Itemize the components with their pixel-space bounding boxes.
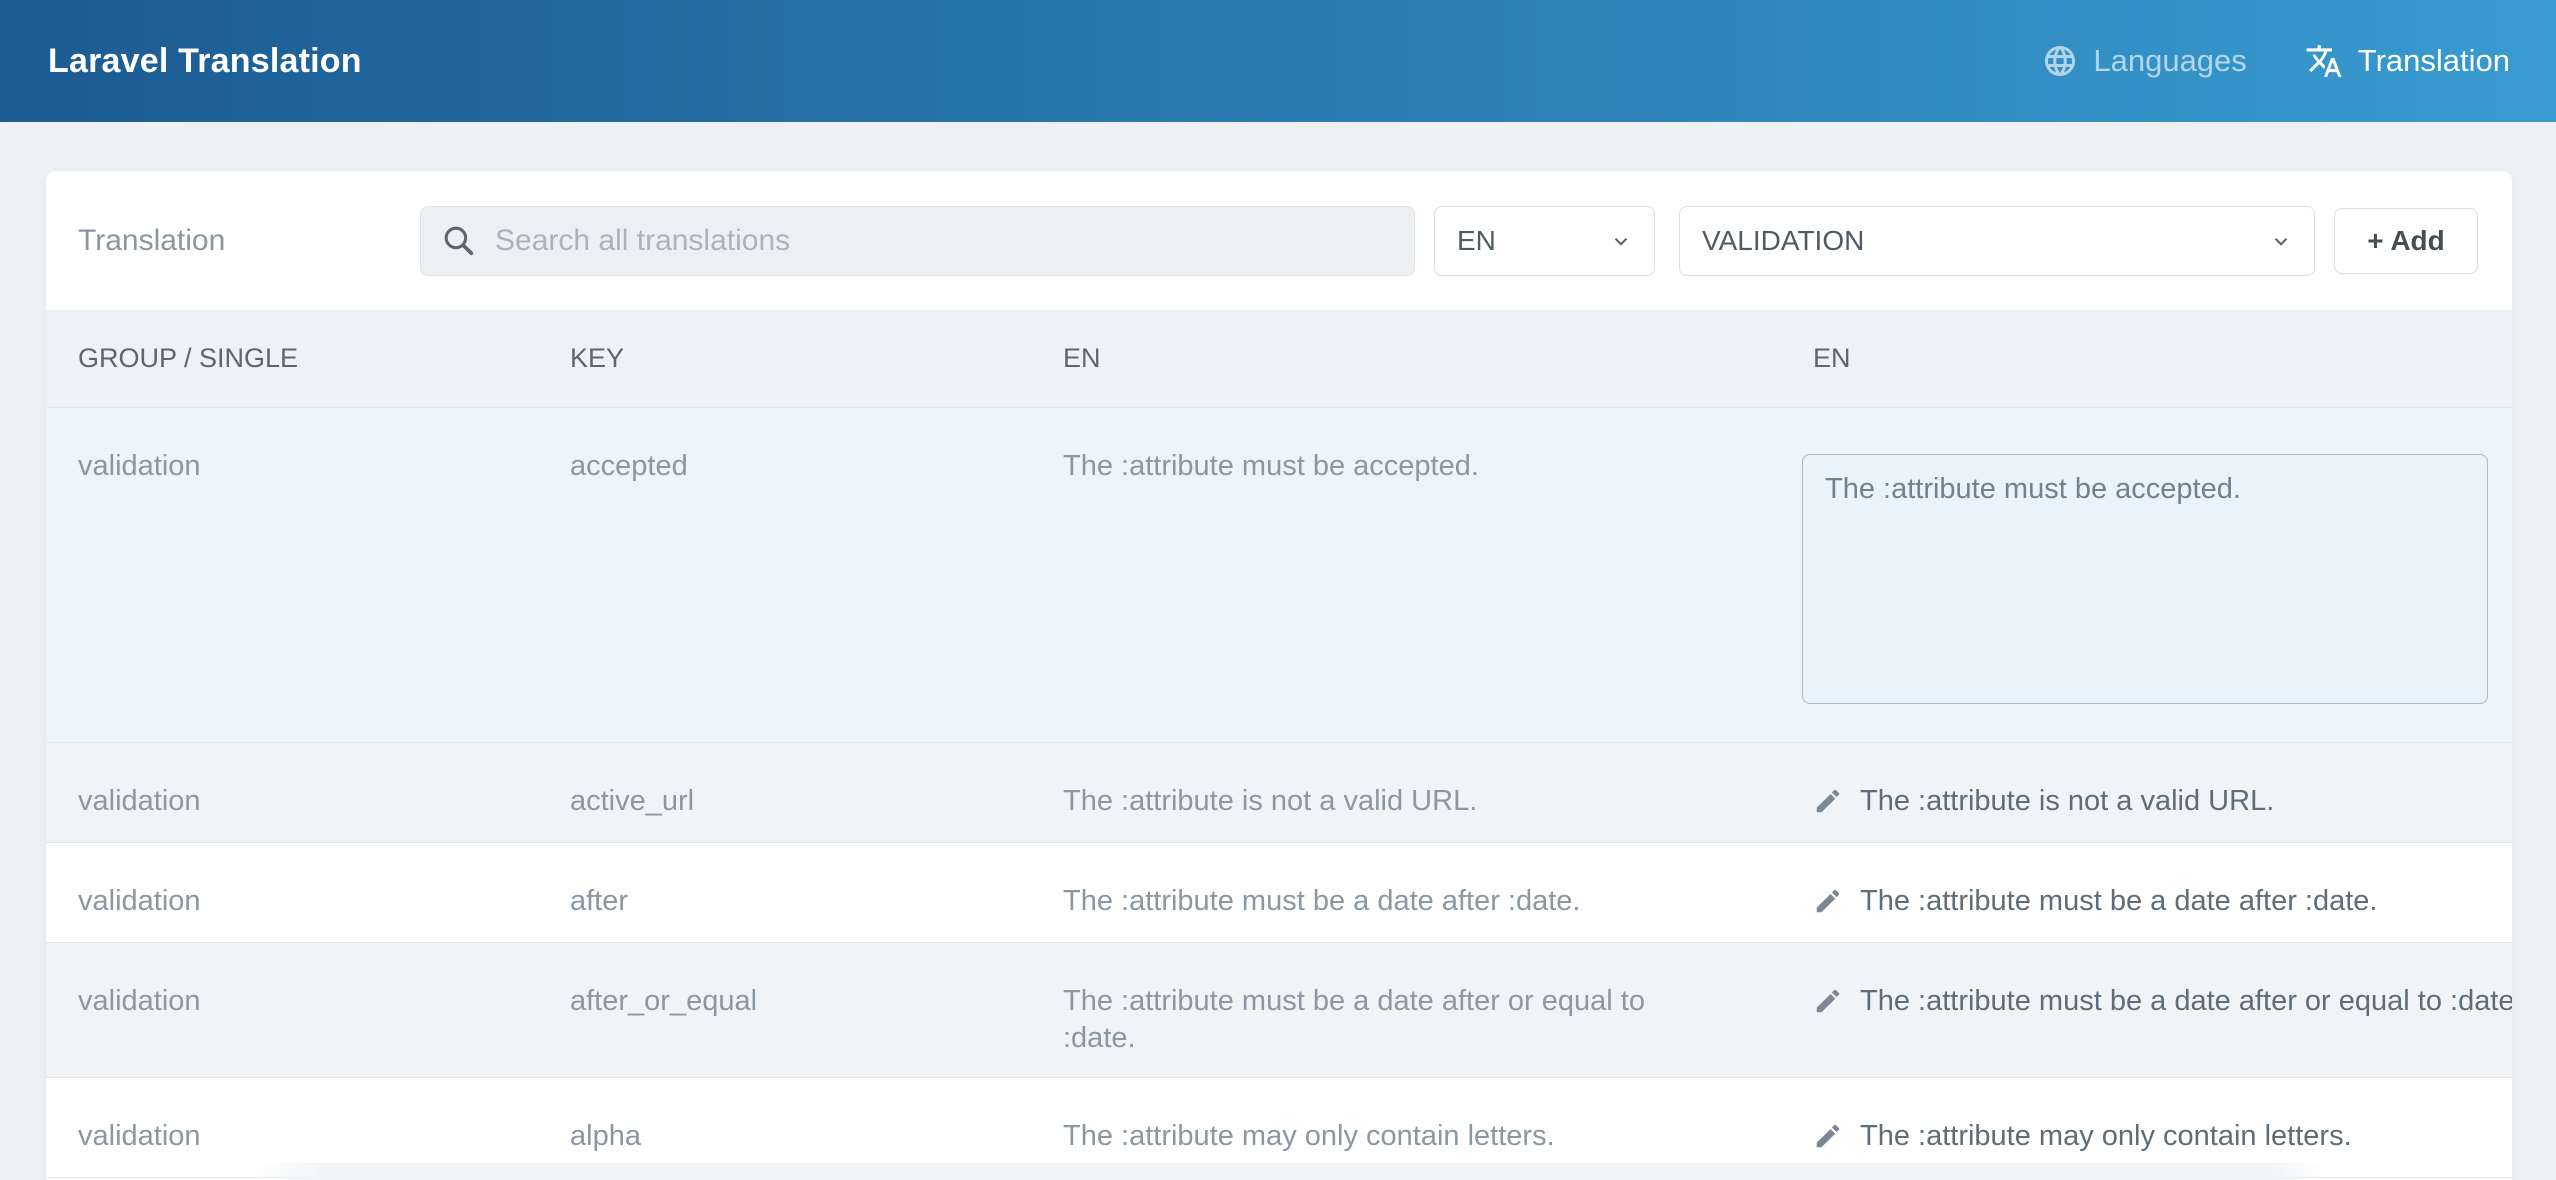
cell-group: validation [46,1077,538,1177]
cell-source-text: The :attribute must be a date after :dat… [1031,842,1781,942]
table-body: validation accepted The :attribute must … [46,407,2512,1177]
cell-source-text: The :attribute is not a valid URL. [1031,742,1781,842]
locale-select[interactable]: EN [1434,206,1655,276]
translation-text: The :attribute must be a date after :dat… [1860,883,2377,920]
cell-key: active_url [538,742,1031,842]
edit-pencil-icon [1813,1121,1843,1151]
cell-key: accepted [538,407,1031,742]
translation-display[interactable]: The :attribute must be a date after or e… [1813,983,2512,1020]
cell-group: validation [46,942,538,1077]
table-row: validation alpha The :attribute may only… [46,1077,2512,1177]
translation-display[interactable]: The :attribute may only contain letters. [1813,1118,2512,1155]
header-nav: Languages Translation [2042,42,2510,80]
translation-text: The :attribute is not a valid URL. [1860,783,2274,820]
translate-icon [2305,42,2343,80]
column-header-key: KEY [538,310,1031,407]
cell-group: validation [46,842,538,942]
table-row: validation after The :attribute must be … [46,842,2512,942]
translation-display[interactable]: The :attribute must be a date after :dat… [1813,883,2512,920]
table-header-row: GROUP / SINGLE KEY EN EN [46,310,2512,407]
search-box [420,206,1415,276]
app-header: Laravel Translation Languages Translatio… [0,0,2556,122]
table-row: validation accepted The :attribute must … [46,407,2512,742]
translations-table: GROUP / SINGLE KEY EN EN validation acce… [46,310,2512,1178]
nav-translation[interactable]: Translation [2305,42,2510,80]
cell-source-text: The :attribute must be a date after or e… [1031,942,1781,1077]
chevron-down-icon [2270,230,2292,252]
edit-pencil-icon [1813,786,1843,816]
locale-select-value: EN [1457,225,1496,257]
column-header-target: EN [1781,310,2512,407]
cell-key: after [538,842,1031,942]
translation-editor[interactable]: The :attribute must be accepted. [1802,454,2488,704]
translation-text: The :attribute may only contain letters. [1860,1118,2352,1155]
cell-group: validation [46,742,538,842]
chevron-down-icon [1610,230,1632,252]
group-select-value: VALIDATION [1702,225,1864,257]
add-button[interactable]: + Add [2334,208,2478,274]
app-title: Laravel Translation [48,42,362,81]
cell-key: alpha [538,1077,1031,1177]
nav-translation-label: Translation [2358,43,2510,79]
cell-key: after_or_equal [538,942,1031,1077]
cell-source-text: The :attribute may only contain letters. [1031,1077,1781,1177]
card-title: Translation [78,224,420,258]
search-icon [442,224,476,258]
nav-languages[interactable]: Languages [2042,43,2246,79]
globe-icon [2042,43,2078,79]
toolbar: Translation EN VALIDATION + Add [46,171,2512,310]
search-input[interactable] [420,206,1415,276]
cell-source-text: The :attribute must be accepted. [1031,407,1781,742]
translation-text: The :attribute must be a date after or e… [1860,983,2512,1020]
translation-card: Translation EN VALIDATION + Add GROUP / … [46,171,2512,1180]
table-row: validation after_or_equal The :attribute… [46,942,2512,1077]
column-header-group: GROUP / SINGLE [46,310,538,407]
edit-pencil-icon [1813,886,1843,916]
column-header-source: EN [1031,310,1781,407]
nav-languages-label: Languages [2093,43,2246,79]
group-select[interactable]: VALIDATION [1679,206,2315,276]
cell-group: validation [46,407,538,742]
translation-display[interactable]: The :attribute is not a valid URL. [1813,783,2512,820]
edit-pencil-icon [1813,986,1843,1016]
table-row: validation active_url The :attribute is … [46,742,2512,842]
